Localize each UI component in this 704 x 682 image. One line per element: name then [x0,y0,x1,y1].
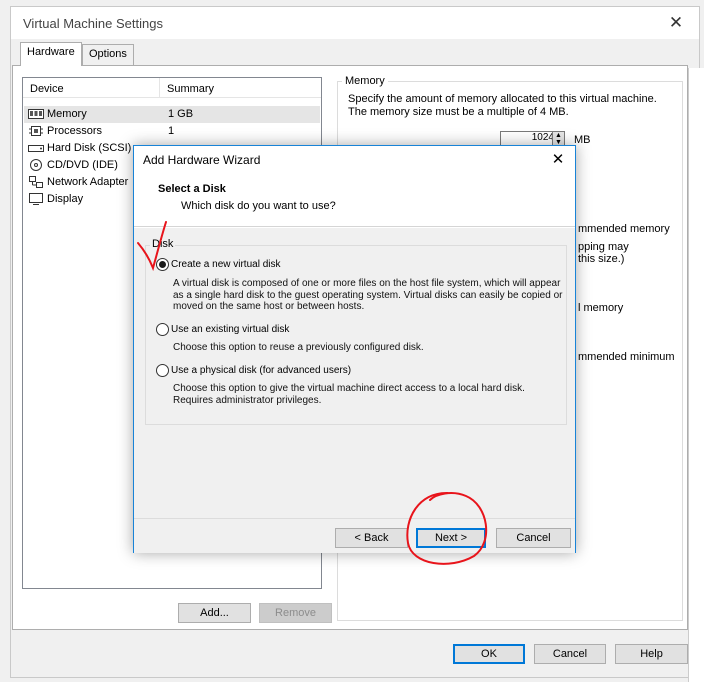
background-window-edge [688,68,704,682]
memory-description: Specify the amount of memory allocated t… [348,93,657,118]
cd-dvd-icon [30,159,42,171]
wizard-body: Disk Create a new virtual disk A virtual… [134,228,575,518]
back-button[interactable]: < Back [335,528,408,548]
device-row-processors[interactable]: Processors 1 [24,123,320,140]
memory-legend: Memory [342,75,388,87]
use-existing-disk-radio[interactable] [156,323,169,336]
next-button[interactable]: Next > [416,528,486,548]
use-physical-disk-radio[interactable] [156,364,169,377]
use-existing-disk-description: Choose this option to reuse a previously… [173,342,424,353]
cancel-button[interactable]: Cancel [534,644,606,664]
hard-disk-icon [28,145,44,152]
ok-button[interactable]: OK [453,644,525,664]
display-icon [29,193,43,205]
column-header-summary[interactable]: Summary [167,83,214,95]
vm-settings-titlebar[interactable]: Virtual Machine Settings ✕ [11,7,699,39]
processor-icon [29,126,43,136]
wizard-heading: Select a Disk [158,183,226,195]
close-icon[interactable]: ✕ [547,149,569,171]
wizard-cancel-button[interactable]: Cancel [496,528,571,548]
device-row-memory[interactable]: Memory 1 GB [24,106,320,123]
add-hardware-wizard: Add Hardware Wizard ✕ Select a Disk Whic… [133,145,576,553]
device-name: Memory [47,108,87,120]
device-list-header: Device Summary [23,78,321,98]
memory-minimum-text: mmended minimum [578,351,675,363]
memory-unit: MB [574,134,591,146]
disk-group-label: Disk [150,238,176,250]
tab-options[interactable]: Options [82,44,134,66]
wizard-header: Select a Disk Which disk do you want to … [134,175,575,227]
create-new-disk-label[interactable]: Create a new virtual disk [171,259,281,270]
column-separator[interactable] [159,78,160,98]
wizard-footer: < Back Next > Cancel [134,519,575,553]
use-physical-disk-description: Choose this option to give the virtual m… [173,383,525,406]
device-name: Hard Disk (SCSI) [47,142,132,154]
create-new-disk-radio[interactable] [156,258,169,271]
close-icon[interactable]: ✕ [661,11,691,35]
memory-max-text: l memory [578,302,624,314]
wizard-title: Add Hardware Wizard [143,153,261,167]
device-name: Display [47,193,84,205]
memory-recommended-text: mmended memory [578,223,670,235]
device-summary: 1 [168,125,175,137]
use-existing-disk-label[interactable]: Use an existing virtual disk [171,324,289,335]
wizard-subheading: Which disk do you want to use? [181,200,336,212]
memory-icon [28,109,44,119]
column-header-device[interactable]: Device [30,83,64,95]
window-title: Virtual Machine Settings [23,16,163,31]
tab-hardware[interactable]: Hardware [20,42,82,66]
memory-swapping-text: pping may [578,241,629,253]
network-adapter-icon [29,176,43,188]
use-physical-disk-label[interactable]: Use a physical disk (for advanced users) [171,365,351,376]
create-new-disk-description: A virtual disk is composed of one or mor… [173,278,563,312]
device-name: Network Adapter [47,176,129,188]
memory-size-text: this size.) [578,253,625,265]
device-name: Processors [47,125,103,137]
device-name: CD/DVD (IDE) [47,159,118,171]
add-device-button[interactable]: Add... [178,603,251,623]
help-button[interactable]: Help [615,644,688,664]
device-summary: 1 GB [168,108,194,120]
remove-device-button[interactable]: Remove [259,603,332,623]
wizard-titlebar[interactable]: Add Hardware Wizard ✕ [134,146,575,175]
